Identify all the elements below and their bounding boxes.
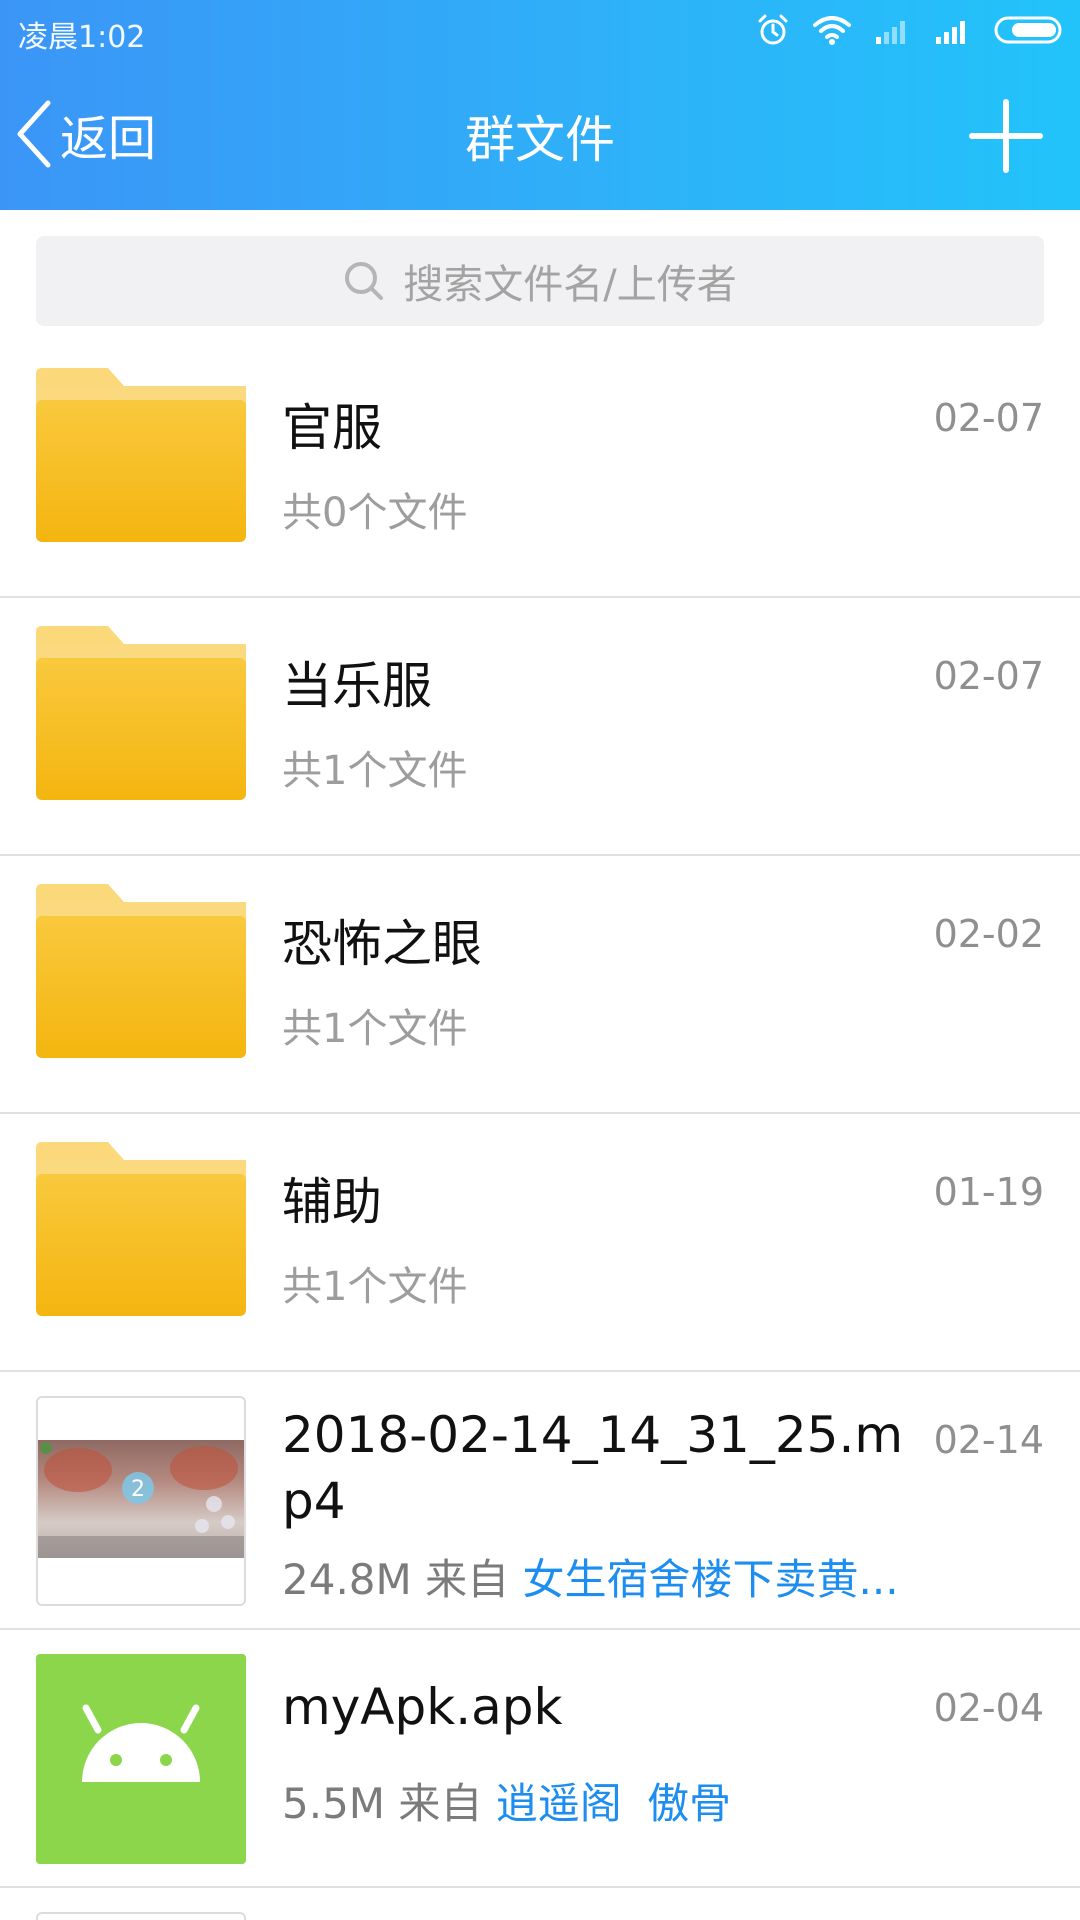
folder-name: 当乐服 [282,657,432,715]
folder-name: 官服 [282,399,382,457]
signal-weak-icon [876,21,905,44]
uploader-link[interactable]: 逍遥阁 [496,1779,622,1828]
list-item-file[interactable]: myApk.apk 5.5M 来自 逍遥阁 傲骨 02-04 [0,1630,1080,1888]
file-size: 5.5M [282,1779,386,1828]
status-time: 凌晨1:02 [18,20,146,55]
from-label: 来自 [398,1779,483,1828]
folder-date: 02-07 [933,396,1044,440]
status-bar: 凌晨1:02 [0,0,1080,64]
from-label: 来自 [425,1555,510,1604]
folder-name: 恐怖之眼 [282,915,482,973]
list-item-partial [0,1888,1080,1920]
folder-count: 共1个文件 [282,1006,468,1052]
nav-bar: 返回 群文件 [0,64,1080,210]
file-date: 02-04 [933,1686,1044,1730]
signal-full-icon [936,21,965,44]
partial-thumbnail [36,1912,246,1920]
folder-icon [36,884,246,1058]
file-meta: 24.8M 来自 女生宿舍楼下卖黄... [282,1546,899,1607]
file-date: 02-14 [933,1418,1044,1462]
list-item-file[interactable]: 2 2018-02-14_14_31_25.mp4 24.8M 来自 女生宿舍楼… [0,1372,1080,1630]
list-item-folder[interactable]: 辅助 共1个文件 01-19 [0,1114,1080,1372]
search-icon [345,262,384,300]
svg-text:2: 2 [131,1477,145,1502]
video-frame: 2 [38,1440,244,1558]
uploader-link[interactable]: 女生宿舍楼下卖黄... [523,1555,899,1604]
list-item-folder[interactable]: 官服 共0个文件 02-07 [0,340,1080,598]
android-icon [36,1654,246,1864]
list-item-folder[interactable]: 当乐服 共1个文件 02-07 [0,598,1080,856]
folder-icon [36,626,246,800]
game-scene-image: 2 [38,1442,244,1558]
file-name: 2018-02-14_14_31_25.mp4 [282,1406,904,1530]
battery-icon [994,16,1062,44]
alarm-icon [758,14,788,45]
uploader-link[interactable]: 傲骨 [647,1779,731,1828]
search-input[interactable]: 搜索文件名/上传者 [36,236,1044,326]
list-item-folder[interactable]: 恐怖之眼 共1个文件 02-02 [0,856,1080,1114]
app-header: 凌晨1:02 返回 群文件 [0,0,1080,210]
file-name: myApk.apk [282,1678,563,1736]
search-placeholder: 搜索文件名/上传者 [403,262,737,308]
folder-date: 01-19 [933,1170,1044,1214]
file-meta: 5.5M 来自 逍遥阁 傲骨 [282,1770,731,1831]
folder-date: 02-02 [933,912,1044,956]
add-icon[interactable] [968,98,1044,174]
folder-count: 共1个文件 [282,1264,468,1310]
folder-count: 共0个文件 [282,490,468,536]
folder-icon [36,1142,246,1316]
folder-icon [36,368,246,542]
video-thumbnail: 2 [36,1396,246,1606]
page-title: 群文件 [465,111,615,169]
folder-name: 辅助 [282,1173,382,1231]
status-icons [756,10,1066,50]
folder-count: 共1个文件 [282,748,468,794]
file-size: 24.8M [282,1555,412,1604]
folder-date: 02-07 [933,654,1044,698]
wifi-icon [813,16,851,45]
